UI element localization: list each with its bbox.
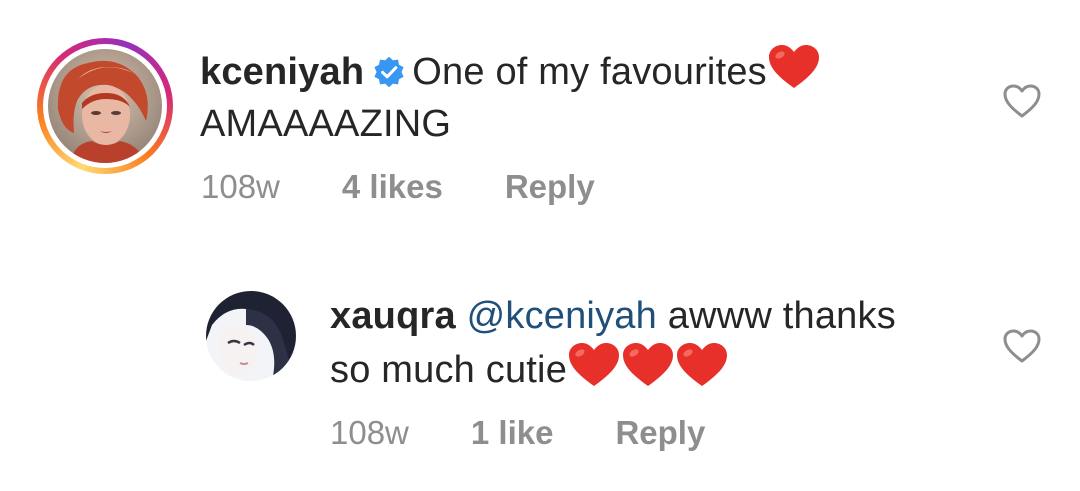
reply-meta: 108w 1 like Reply xyxy=(330,414,705,452)
reply-text: awww thanks xyxy=(667,295,896,337)
comment-text-line-1: kceniyah One of my favourites xyxy=(200,44,920,98)
red-heart-emoji-icon xyxy=(569,343,620,386)
comment-timestamp[interactable]: 108w xyxy=(201,168,280,206)
comment-item: kceniyah One of my favourites AMAAAAZING … xyxy=(0,0,1080,240)
comment-text: One of my favourites xyxy=(412,51,767,93)
comment-text-line-2: AMAAAAZING xyxy=(200,103,452,145)
avatar-image xyxy=(48,49,162,163)
avatar[interactable] xyxy=(206,291,296,381)
avatar-story-ring[interactable] xyxy=(37,38,173,174)
verified-badge-icon xyxy=(374,56,404,88)
reply-button[interactable]: Reply xyxy=(505,168,595,206)
likes-count-button[interactable]: 4 likes xyxy=(342,168,443,206)
mention-link[interactable]: @kceniyah xyxy=(467,295,657,337)
username-link[interactable]: kceniyah xyxy=(200,51,364,93)
likes-count-button[interactable]: 1 like xyxy=(471,414,554,452)
reply-button[interactable]: Reply xyxy=(615,414,705,452)
comment-body: kceniyah One of my favourites AMAAAAZING xyxy=(200,44,920,150)
red-heart-emoji-icon xyxy=(623,343,674,386)
like-heart-icon[interactable] xyxy=(1002,328,1042,364)
reply-text-line-2: so much cutie xyxy=(330,342,990,396)
avatar xyxy=(48,49,162,163)
red-heart-emoji-icon xyxy=(677,343,728,386)
reply-text-line-1: xauqra @kceniyah awww thanks xyxy=(330,290,990,342)
red-heart-emoji-icon xyxy=(768,45,819,88)
avatar-image xyxy=(206,291,296,381)
like-heart-icon[interactable] xyxy=(1002,83,1042,119)
reply-text-continued: so much cutie xyxy=(330,349,568,391)
username-link[interactable]: xauqra xyxy=(330,295,456,337)
comment-meta: 108w 4 likes Reply xyxy=(201,168,595,206)
reply-body: xauqra @kceniyah awww thanks so much cut… xyxy=(330,290,990,396)
reply-timestamp[interactable]: 108w xyxy=(330,414,409,452)
